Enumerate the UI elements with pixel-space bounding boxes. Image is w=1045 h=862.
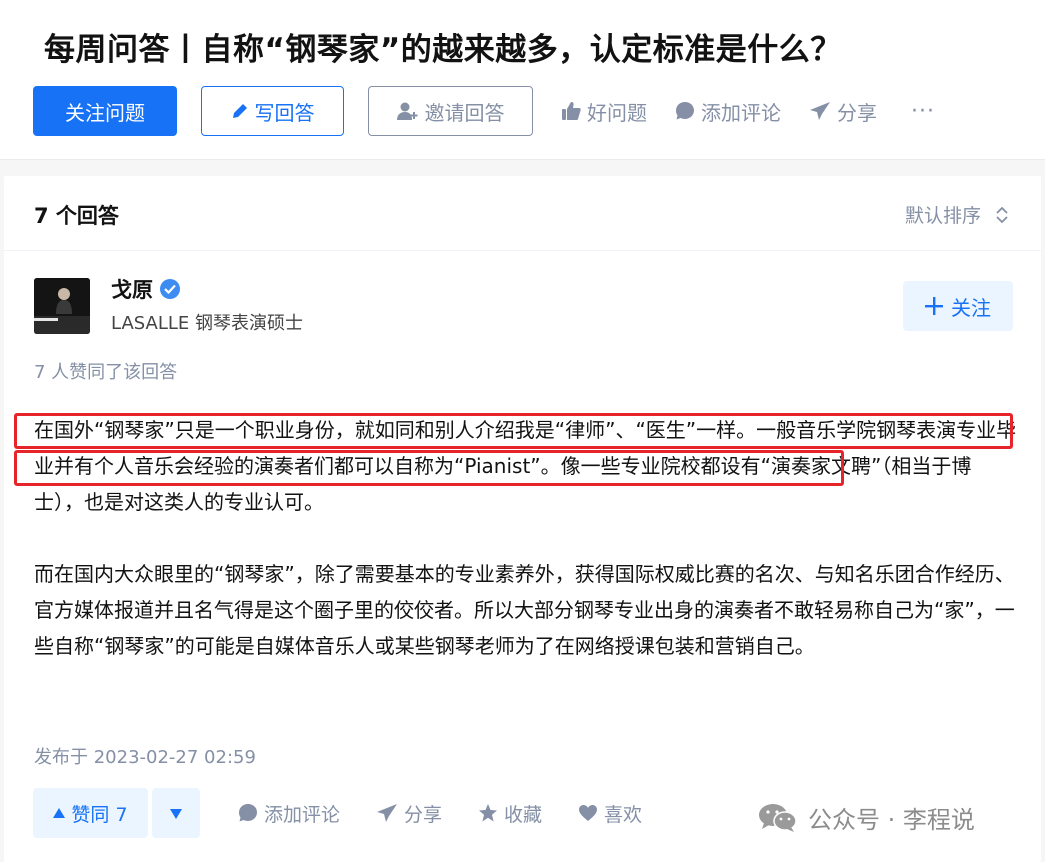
answer-count: 7 个回答 <box>34 204 119 228</box>
question-title: 每周问答丨自称“钢琴家”的越来越多，认定标准是什么？ <box>44 32 842 68</box>
triangle-down-icon <box>170 804 182 823</box>
pencil-icon <box>231 102 249 120</box>
good-question-label: 好问题 <box>587 100 647 125</box>
question-header: 每周问答丨自称“钢琴家”的越来越多，认定标准是什么？ 关注问题 写回答 邀请回答… <box>0 0 1045 160</box>
publish-time[interactable]: 发布于 2023-02-27 02:59 <box>34 743 256 769</box>
invite-answer-label: 邀请回答 <box>424 100 505 125</box>
answer-paragraph: 在国外“钢琴家”只是一个职业身份，就如同和别人介绍我是“律师”、“医生”一样。一… <box>34 418 1017 514</box>
author-name[interactable]: 戈原 <box>111 274 181 304</box>
downvote-button[interactable] <box>152 788 200 838</box>
add-comment-label: 添加评论 <box>701 100 781 125</box>
answer-comment-label: 添加评论 <box>264 803 341 826</box>
answer-share-label: 分享 <box>404 803 443 826</box>
share-label: 分享 <box>837 100 877 125</box>
share-plane-icon <box>809 101 831 121</box>
answer-actions: 赞同 7 添加评论 分享 收藏 喜欢 <box>33 788 642 838</box>
invite-user-icon <box>396 101 419 121</box>
wechat-watermark: 公众号 · 李程说 <box>758 800 975 835</box>
star-icon <box>478 803 498 823</box>
add-comment-button[interactable]: 添加评论 <box>675 86 781 136</box>
write-answer-label: 写回答 <box>254 100 315 125</box>
author-name-text: 戈原 <box>111 278 153 302</box>
question-actions: 关注问题 写回答 邀请回答 好问题 添加评论 分享 ··· <box>33 86 935 136</box>
answer-share-button[interactable]: 分享 <box>376 800 442 827</box>
watermark-text: 公众号 · 李程说 <box>808 806 975 834</box>
follow-author-button[interactable]: 关注 <box>903 281 1013 331</box>
sort-label: 默认排序 <box>904 205 981 227</box>
follow-question-button[interactable]: 关注问题 <box>33 86 177 136</box>
invite-answer-button[interactable]: 邀请回答 <box>368 86 533 136</box>
author-avatar[interactable] <box>34 278 90 334</box>
sort-chevron-icon <box>995 205 1009 225</box>
upvote-label: 赞同 7 <box>71 803 128 826</box>
sort-dropdown[interactable]: 默认排序 <box>905 201 1009 228</box>
author-bio: LASALLE 钢琴表演硕士 <box>111 313 303 334</box>
like-label: 喜欢 <box>604 803 643 826</box>
thumbs-up-icon <box>561 101 581 121</box>
answer-list-card: 7 个回答 默认排序 戈原 LASALLE 钢琴表演硕士 关注 7 人赞同了该回… <box>4 176 1041 862</box>
answer-paragraph: 而在国内大众眼里的“钢琴家”，除了需要基本的专业素养外，获得国际权威比赛的名次、… <box>34 562 1015 658</box>
comment-icon <box>238 803 258 823</box>
share-button[interactable]: 分享 <box>809 86 877 136</box>
comment-icon <box>675 101 695 121</box>
follow-author-label: 关注 <box>951 295 991 320</box>
more-options-button[interactable]: ··· <box>911 86 935 136</box>
voters-summary[interactable]: 7 人赞同了该回答 <box>34 358 177 384</box>
heart-icon <box>578 804 598 822</box>
share-plane-icon <box>376 803 398 823</box>
collect-button[interactable]: 收藏 <box>478 800 542 827</box>
divider <box>4 250 1041 251</box>
upvote-button[interactable]: 赞同 7 <box>33 788 148 838</box>
wechat-icon <box>758 802 798 834</box>
good-question-button[interactable]: 好问题 <box>561 86 647 136</box>
answer-comment-button[interactable]: 添加评论 <box>238 800 340 827</box>
plus-icon <box>925 297 943 315</box>
answer-content: 在国外“钢琴家”只是一个职业身份，就如同和别人介绍我是“律师”、“医生”一样。一… <box>34 412 1019 700</box>
triangle-up-icon <box>53 808 66 818</box>
write-answer-button[interactable]: 写回答 <box>201 86 344 136</box>
collect-label: 收藏 <box>504 803 543 826</box>
verified-badge-icon <box>159 278 181 300</box>
like-button[interactable]: 喜欢 <box>578 800 642 827</box>
